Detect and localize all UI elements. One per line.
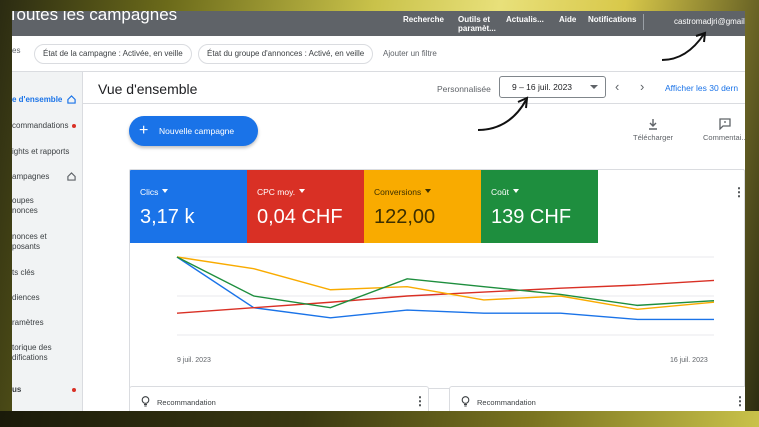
download-icon <box>649 119 658 130</box>
ads-screen: Toutes les campagnes Recherche Outils et… <box>12 11 745 411</box>
download-label: Télécharger <box>633 133 674 142</box>
home-icon <box>67 95 76 104</box>
series-line-clics <box>176 256 714 321</box>
metric-value: 122,00 <box>374 206 436 228</box>
annotation-arrow <box>477 96 529 131</box>
sidebar-item-overview[interactable]: e d'ensemble <box>12 95 62 105</box>
comments-button[interactable]: Commentai... <box>703 118 745 142</box>
sidebar-item-adgroups[interactable]: oupes nonces <box>12 196 38 216</box>
sidebar-item-audiences[interactable]: diences <box>12 293 40 303</box>
x-tick-label-end: 16 juil. 2023 <box>670 357 708 364</box>
nav-refresh[interactable]: Actualis... <box>506 15 544 24</box>
main-content: Vue d'ensemble Personnalisée 9 – 16 juil… <box>83 72 745 411</box>
comment-icon <box>719 118 731 130</box>
sidebar-item-campaigns[interactable]: ampagnes <box>12 172 49 182</box>
series-line-co-t <box>176 256 715 309</box>
nav-search[interactable]: Recherche <box>403 15 444 24</box>
nav-notifications[interactable]: Notifications <box>588 15 636 24</box>
chevron-right-icon[interactable]: › <box>640 80 644 93</box>
lightbulb-icon <box>141 396 150 407</box>
nav-help[interactable]: Aide <box>559 15 576 24</box>
metric-name: Clics <box>140 187 169 197</box>
sidebar-item-change-history[interactable]: torique des difications <box>12 343 52 363</box>
caret-down-icon <box>162 189 169 193</box>
adgroup-status-filter-chip[interactable]: État du groupe d'annonces : Activé, en v… <box>198 44 374 64</box>
metric-tile-clicks[interactable]: Clics 3,17 k <box>130 170 247 243</box>
sidebar-item-more[interactable]: us <box>12 385 21 395</box>
date-preset-label: Personnalisée <box>437 84 491 94</box>
sidebar-item-keywords[interactable]: ts clés <box>12 268 35 278</box>
metric-value: 139 CHF <box>491 206 572 228</box>
metric-value: 3,17 k <box>140 206 195 228</box>
metric-tile-conversions[interactable]: Conversions 122,00 <box>364 170 481 243</box>
sidebar-item-recommendations[interactable]: commandations <box>12 121 68 131</box>
header-divider <box>83 103 745 104</box>
filter-bar: es État de la campagne : Activée, en vei… <box>12 36 745 72</box>
nav-tools[interactable]: Outils et paramèt... <box>458 15 498 33</box>
plus-icon: + <box>139 122 149 139</box>
annotation-arrow <box>661 31 707 61</box>
sidebar-item-insights[interactable]: ights et rapports <box>12 147 69 157</box>
campaign-status-filter-chip[interactable]: État de la campagne : Activée, en veille <box>34 44 192 64</box>
new-campaign-button[interactable]: + Nouvelle campagne <box>129 116 258 146</box>
filter-fragment: es <box>12 46 21 55</box>
sidebar-item-ads-assets[interactable]: nonces et posants <box>12 232 47 252</box>
recommendation-label: Recommandation <box>477 398 536 407</box>
more-vert-icon[interactable]: ⋮ <box>734 395 745 407</box>
show-last-30-days-link[interactable]: Afficher les 30 dern <box>665 83 738 93</box>
recommendation-card[interactable]: Recommandation ⋮ <box>129 386 429 411</box>
comments-label: Commentai... <box>703 133 745 142</box>
metric-name: CPC moy. <box>257 187 306 197</box>
caret-down-icon <box>425 189 432 193</box>
chevron-left-icon[interactable]: ‹ <box>615 80 619 93</box>
x-tick-label-start: 9 juil. 2023 <box>177 357 211 364</box>
download-button[interactable]: Télécharger <box>633 118 673 142</box>
decorative-bottom-bar <box>0 411 759 427</box>
recommendation-card[interactable]: Recommandation ⋮ <box>449 386 745 411</box>
date-range-value: 9 – 16 juil. 2023 <box>512 82 573 92</box>
metric-value: 0,04 CHF <box>257 206 343 228</box>
nav-divider <box>643 14 644 30</box>
metric-name: Conversions <box>374 187 432 197</box>
top-bar: Toutes les campagnes Recherche Outils et… <box>12 11 745 36</box>
sidebar: e d'ensemble commandations ights et rapp… <box>12 72 83 411</box>
overview-title: Vue d'ensemble <box>98 81 198 97</box>
performance-card: Clics 3,17 k CPC moy. 0,04 CHF Conversio… <box>129 169 745 389</box>
caret-down-icon <box>512 189 519 193</box>
metric-tile-cost[interactable]: Coût 139 CHF <box>481 170 598 243</box>
caret-down-icon <box>299 189 306 193</box>
lightbulb-icon <box>461 396 470 407</box>
page-title: Toutes les campagnes <box>12 11 178 24</box>
metric-name: Coût <box>491 187 519 197</box>
more-vert-icon[interactable]: ⋮ <box>414 395 426 407</box>
new-campaign-label: Nouvelle campagne <box>159 126 235 136</box>
add-filter-link[interactable]: Ajouter un filtre <box>383 49 437 58</box>
account-email[interactable]: castromadjri@gmail <box>674 17 745 26</box>
more-vert-icon[interactable]: ⋮ <box>733 186 744 198</box>
notification-dot <box>72 388 76 392</box>
recommendation-label: Recommandation <box>157 398 216 407</box>
caret-down-icon <box>590 85 598 89</box>
metric-tile-cpc[interactable]: CPC moy. 0,04 CHF <box>247 170 364 243</box>
notification-dot <box>72 124 76 128</box>
home-icon <box>67 172 76 181</box>
performance-line-chart <box>176 256 715 336</box>
sidebar-item-settings[interactable]: ramètres <box>12 318 44 328</box>
